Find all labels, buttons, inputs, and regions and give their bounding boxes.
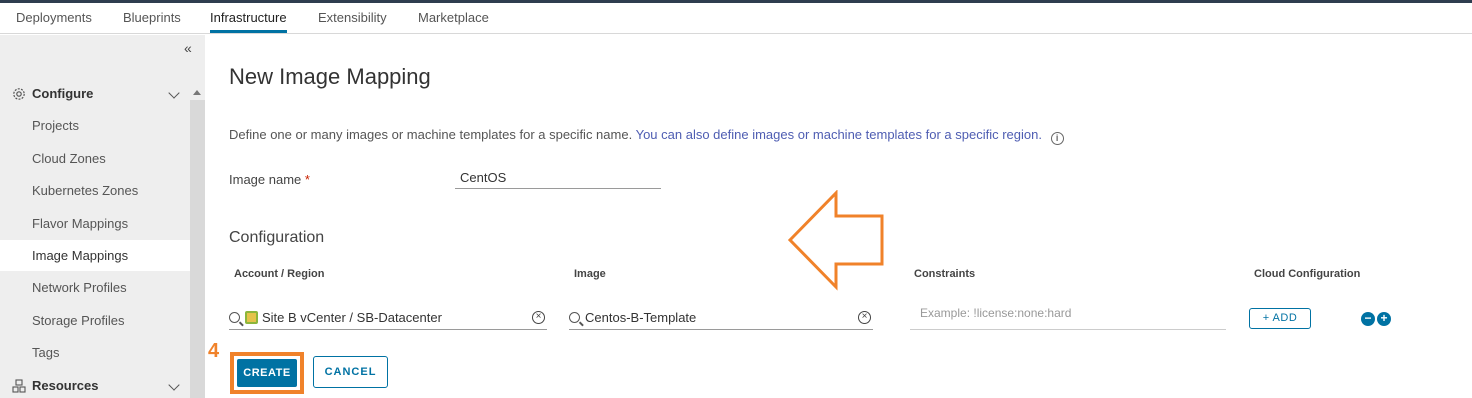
create-button[interactable]: CREATE: [237, 359, 297, 387]
add-row-icon[interactable]: +: [1377, 312, 1391, 326]
image-value: Centos-B-Template: [585, 310, 697, 325]
image-field[interactable]: Centos-B-Template ×: [569, 306, 873, 330]
tab-deployments[interactable]: Deployments: [16, 3, 92, 33]
configuration-heading: Configuration: [229, 229, 325, 246]
remove-row-icon[interactable]: −: [1361, 312, 1375, 326]
sidebar-item-kubernetes-zones[interactable]: Kubernetes Zones: [32, 183, 138, 198]
annotation-arrow-icon: [788, 190, 884, 291]
add-cloud-config-button[interactable]: + ADD: [1249, 308, 1311, 329]
sidebar-group-label: Configure: [32, 86, 94, 101]
column-header-account: Account / Region: [234, 268, 325, 280]
collapse-sidebar-icon[interactable]: «: [184, 40, 192, 56]
image-name-input[interactable]: CentOS: [455, 170, 661, 189]
sidebar-item-projects[interactable]: Projects: [32, 118, 79, 133]
scroll-up-icon[interactable]: [193, 90, 201, 95]
step-number: 4: [208, 340, 220, 362]
sidebar-scrollbar[interactable]: [190, 90, 205, 398]
column-header-image: Image: [574, 268, 606, 280]
sidebar-group-configure[interactable]: Configure: [12, 86, 93, 101]
image-name-label: Image name *: [229, 172, 310, 187]
top-nav: Deployments Blueprints Infrastructure Ex…: [0, 3, 1472, 34]
sidebar-item-cloud-zones[interactable]: Cloud Zones: [32, 151, 106, 166]
resources-icon: [12, 378, 26, 393]
account-region-value: Site B vCenter / SB-Datacenter: [262, 310, 442, 325]
chevron-down-icon[interactable]: [168, 87, 180, 99]
description-text: Define one or many images or machine tem…: [229, 127, 633, 142]
sidebar-item-image-mappings[interactable]: Image Mappings: [32, 248, 128, 263]
page-description: Define one or many images or machine tem…: [229, 127, 1064, 145]
info-icon[interactable]: i: [1050, 132, 1064, 145]
sidebar-group-resources[interactable]: Resources: [12, 378, 98, 393]
account-region-field[interactable]: Site B vCenter / SB-Datacenter ×: [229, 306, 547, 330]
vcenter-icon: [245, 311, 258, 324]
region-link[interactable]: You can also define images or machine te…: [636, 127, 1042, 142]
tab-blueprints[interactable]: Blueprints: [123, 3, 181, 33]
create-highlight: CREATE: [230, 352, 304, 394]
required-mark: *: [304, 172, 310, 187]
column-header-constraints: Constraints: [914, 268, 976, 280]
search-icon: [229, 312, 240, 323]
chevron-down-icon[interactable]: [168, 379, 180, 391]
tab-extensibility[interactable]: Extensibility: [318, 3, 387, 33]
sidebar-item-flavor-mappings[interactable]: Flavor Mappings: [32, 216, 128, 231]
image-name-label-text: Image name: [229, 172, 302, 187]
sidebar-group-label: Resources: [32, 378, 99, 393]
sidebar-item-storage-profiles[interactable]: Storage Profiles: [32, 313, 125, 328]
tab-infrastructure[interactable]: Infrastructure: [210, 3, 287, 33]
gear-icon: [13, 87, 25, 100]
cancel-button[interactable]: CANCEL: [313, 356, 388, 388]
column-header-cloud-config: Cloud Configuration: [1254, 268, 1361, 280]
tab-marketplace[interactable]: Marketplace: [418, 3, 489, 33]
constraints-input[interactable]: Example: !license:none:hard: [910, 302, 1226, 330]
page-title: New Image Mapping: [229, 64, 431, 89]
search-icon: [569, 312, 580, 323]
sidebar-item-tags[interactable]: Tags: [32, 345, 59, 360]
sidebar-item-network-profiles[interactable]: Network Profiles: [32, 280, 127, 295]
clear-icon[interactable]: ×: [858, 311, 871, 324]
sidebar: « Configure Projects Cloud Zones Kuberne…: [0, 35, 205, 398]
clear-icon[interactable]: ×: [532, 311, 545, 324]
